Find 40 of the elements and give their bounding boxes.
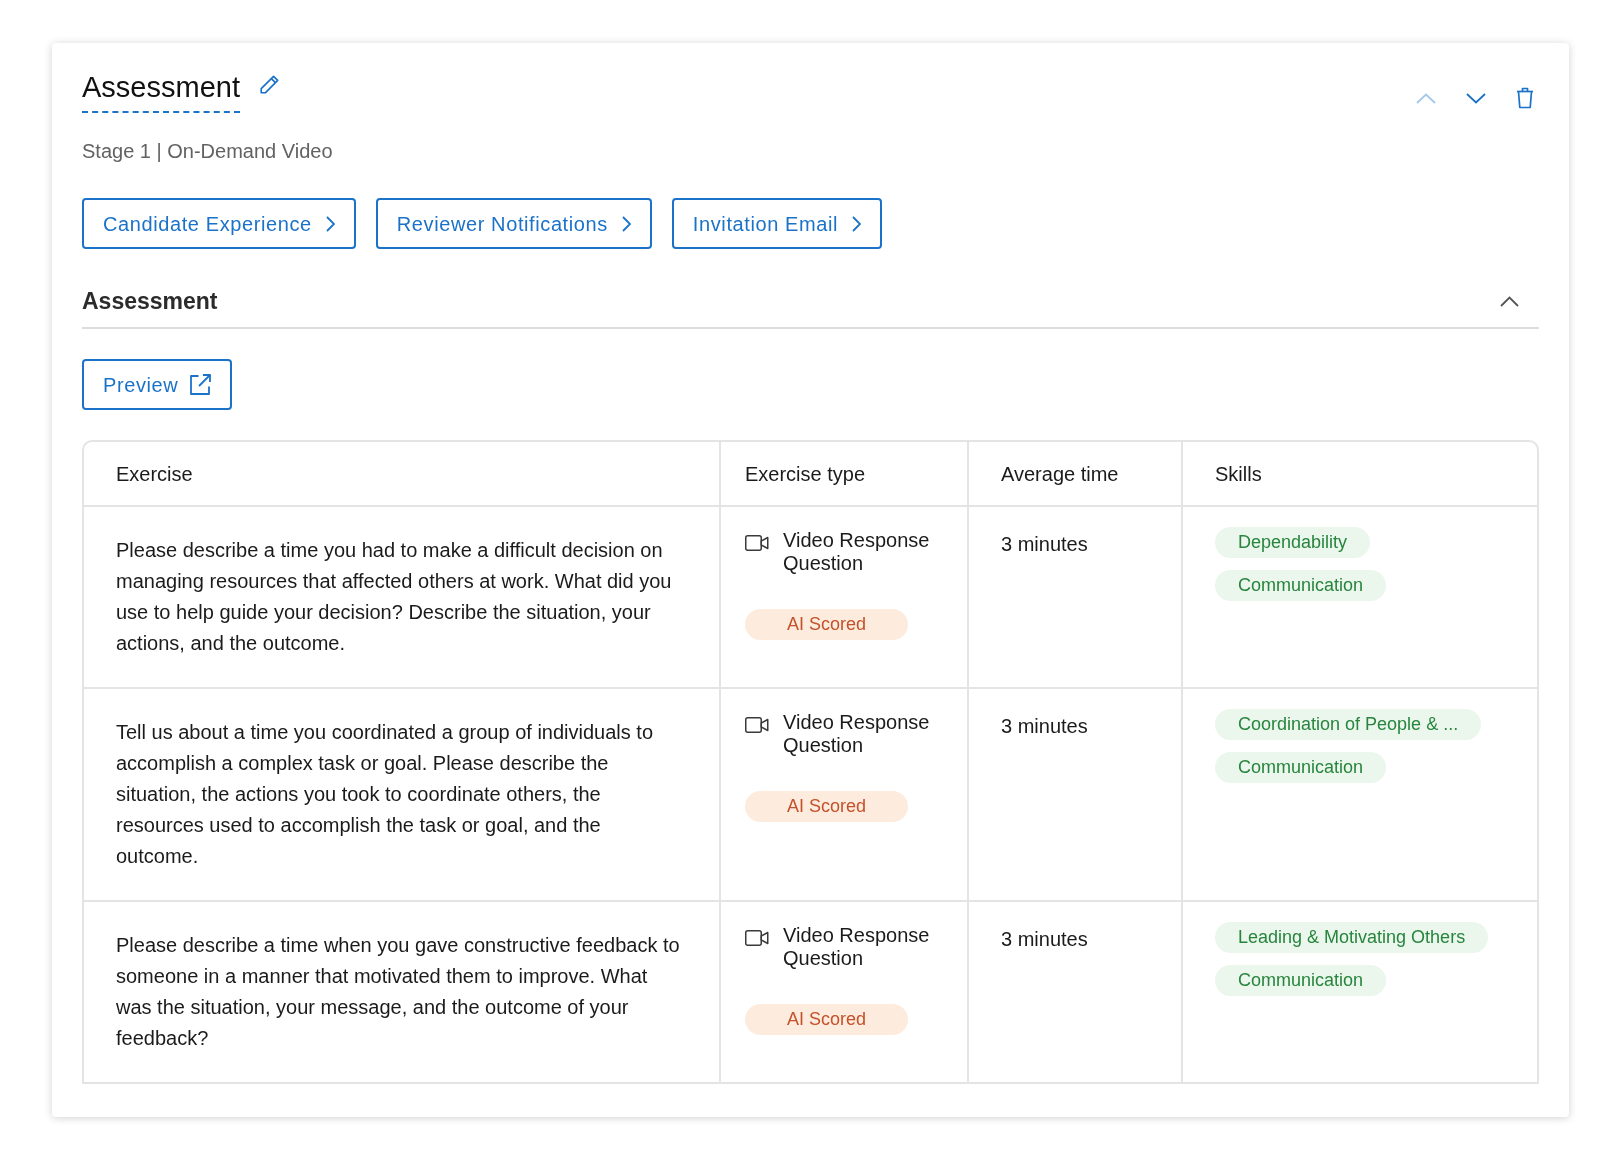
exercise-text: Tell us about a time you coordinated a group of individuals to accomplish a complex task or goal. Please describe the situation, the actions you took to coordinate others, the resources used to accomplish the task or goal, and the outcome.: [116, 720, 654, 869]
skill-tag: Communication: [1215, 965, 1387, 996]
skill-tag: Communication: [1215, 752, 1387, 783]
column-header: Exercise: [84, 442, 721, 505]
section-heading: Assessment: [82, 287, 218, 316]
exercise-type: Video Response Question: [783, 711, 931, 757]
ai-scored-badge: AI Scored: [745, 791, 909, 822]
chevron-right-icon: [852, 215, 862, 232]
average-time: 3 minutes: [1001, 928, 1088, 950]
preview-button[interactable]: Preview: [82, 359, 233, 410]
skill-tag: Coordination of People & ...: [1215, 709, 1482, 740]
edit-pencil-icon[interactable]: [257, 74, 280, 96]
video-camera-icon: [745, 535, 769, 551]
chevron-down-icon[interactable]: [1466, 92, 1486, 104]
nav-button[interactable]: Candidate Experience: [82, 198, 356, 249]
video-camera-icon: [745, 930, 769, 946]
column-header: Average time: [969, 442, 1183, 505]
exercise-text: Please describe a time when you gave constructive feedback to someone in a manner that motivated them to improve. What was the situation, your message, and the outcome of your feedback?: [116, 933, 681, 1051]
exercise-text: Please describe a time you had to make a difficult decision on managing resources that affected others at work. What did you use to help guide your decision? Describe the situation, your actions, and the outcome.: [116, 538, 673, 656]
exercise-type: Video Response Question: [783, 529, 931, 575]
ai-scored-badge: AI Scored: [745, 609, 909, 640]
average-time: 3 minutes: [1001, 715, 1088, 737]
nav-button[interactable]: Invitation Email: [671, 198, 883, 249]
assessment-title: Assessment: [82, 69, 240, 113]
exercise-type: Video Response Question: [783, 924, 931, 970]
video-camera-icon: [745, 717, 769, 733]
column-header: Exercise type: [721, 442, 969, 505]
chevron-right-icon: [325, 215, 335, 232]
column-header: Skills: [1214, 461, 1263, 487]
chevron-right-icon: [621, 215, 631, 232]
skill-tag: Leading & Motivating Others: [1215, 922, 1489, 953]
skill-tag: Communication: [1215, 570, 1387, 601]
skill-tag: Dependability: [1215, 527, 1371, 558]
trash-icon[interactable]: [1516, 87, 1534, 109]
ai-scored-badge: AI Scored: [745, 1004, 909, 1035]
chevron-up-icon[interactable]: [1500, 295, 1519, 307]
stage-subtitle: Stage 1 | On-Demand Video: [82, 139, 333, 164]
nav-button[interactable]: Reviewer Notifications: [375, 198, 652, 249]
average-time: 3 minutes: [1001, 533, 1088, 555]
external-link-icon: [190, 374, 212, 395]
